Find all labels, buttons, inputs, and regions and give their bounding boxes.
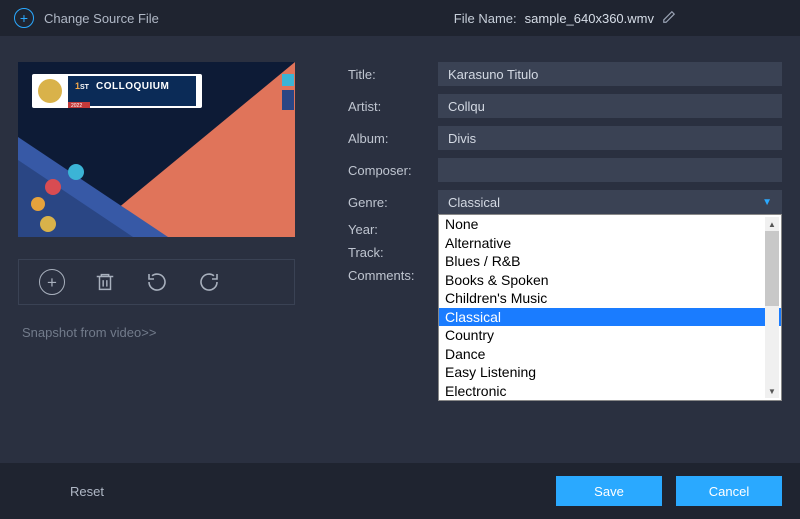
main-area: 1 ST COLLOQUIUM 2022 + Snapshot from vid…	[0, 36, 800, 463]
genre-option[interactable]: Electronic	[439, 382, 781, 401]
svg-text:ST: ST	[80, 84, 90, 91]
album-label: Album:	[348, 131, 438, 146]
composer-label: Composer:	[348, 163, 438, 178]
svg-text:COLLOQUIUM: COLLOQUIUM	[96, 81, 169, 92]
thumbnail-toolbar: +	[18, 259, 295, 305]
scroll-up-icon[interactable]: ▲	[765, 217, 779, 231]
genre-select[interactable]: Classical ▼	[438, 190, 782, 214]
filename-display: File Name: sample_640x360.wmv	[454, 10, 676, 27]
video-thumbnail[interactable]: 1 ST COLLOQUIUM 2022	[18, 62, 295, 237]
rotate-left-icon[interactable]	[145, 270, 169, 294]
scroll-thumb[interactable]	[765, 231, 779, 306]
svg-text:2022: 2022	[71, 103, 82, 109]
trash-icon[interactable]	[93, 270, 117, 294]
add-button[interactable]: +	[39, 269, 65, 295]
left-column: 1 ST COLLOQUIUM 2022 + Snapshot from vid…	[18, 62, 308, 453]
genre-dropdown[interactable]: NoneAlternativeBlues / R&BBooks & Spoken…	[438, 214, 782, 401]
metadata-form: Title: Karasuno Titulo Artist: Collqu Al…	[348, 62, 782, 453]
artist-label: Artist:	[348, 99, 438, 114]
chevron-down-icon: ▼	[762, 197, 772, 208]
genre-option[interactable]: None	[439, 215, 781, 234]
cancel-button[interactable]: Cancel	[676, 476, 782, 506]
change-source-label: Change Source File	[44, 11, 159, 26]
snapshot-link[interactable]: Snapshot from video>>	[18, 325, 308, 340]
rotate-right-icon[interactable]	[197, 270, 221, 294]
reset-button[interactable]: Reset	[48, 476, 126, 506]
year-label: Year:	[348, 222, 438, 237]
plus-circle-icon: +	[14, 8, 34, 28]
filename-value: sample_640x360.wmv	[525, 11, 654, 26]
filename-label: File Name:	[454, 11, 517, 26]
topbar: + Change Source File File Name: sample_6…	[0, 0, 800, 36]
pencil-icon[interactable]	[662, 10, 676, 27]
genre-value: Classical	[448, 195, 500, 210]
genre-option[interactable]: Classical	[439, 308, 781, 327]
genre-option[interactable]: Country	[439, 326, 781, 345]
bottombar: Reset Save Cancel	[0, 463, 800, 519]
genre-option[interactable]: Alternative	[439, 234, 781, 253]
title-label: Title:	[348, 67, 438, 82]
comments-label: Comments:	[348, 268, 438, 283]
track-label: Track:	[348, 245, 438, 260]
genre-label: Genre:	[348, 195, 438, 210]
composer-input[interactable]	[438, 158, 782, 182]
scrollbar[interactable]: ▲ ▼	[765, 217, 779, 398]
genre-option[interactable]: Easy Listening	[439, 363, 781, 382]
title-input[interactable]: Karasuno Titulo	[438, 62, 782, 86]
scroll-down-icon[interactable]: ▼	[765, 384, 779, 398]
genre-option[interactable]: Children's Music	[439, 289, 781, 308]
artist-input[interactable]: Collqu	[438, 94, 782, 118]
album-input[interactable]: Divis	[438, 126, 782, 150]
genre-option[interactable]: Dance	[439, 345, 781, 364]
change-source-button[interactable]: + Change Source File	[14, 8, 159, 28]
genre-option[interactable]: Books & Spoken	[439, 271, 781, 290]
genre-option[interactable]: Blues / R&B	[439, 252, 781, 271]
save-button[interactable]: Save	[556, 476, 662, 506]
